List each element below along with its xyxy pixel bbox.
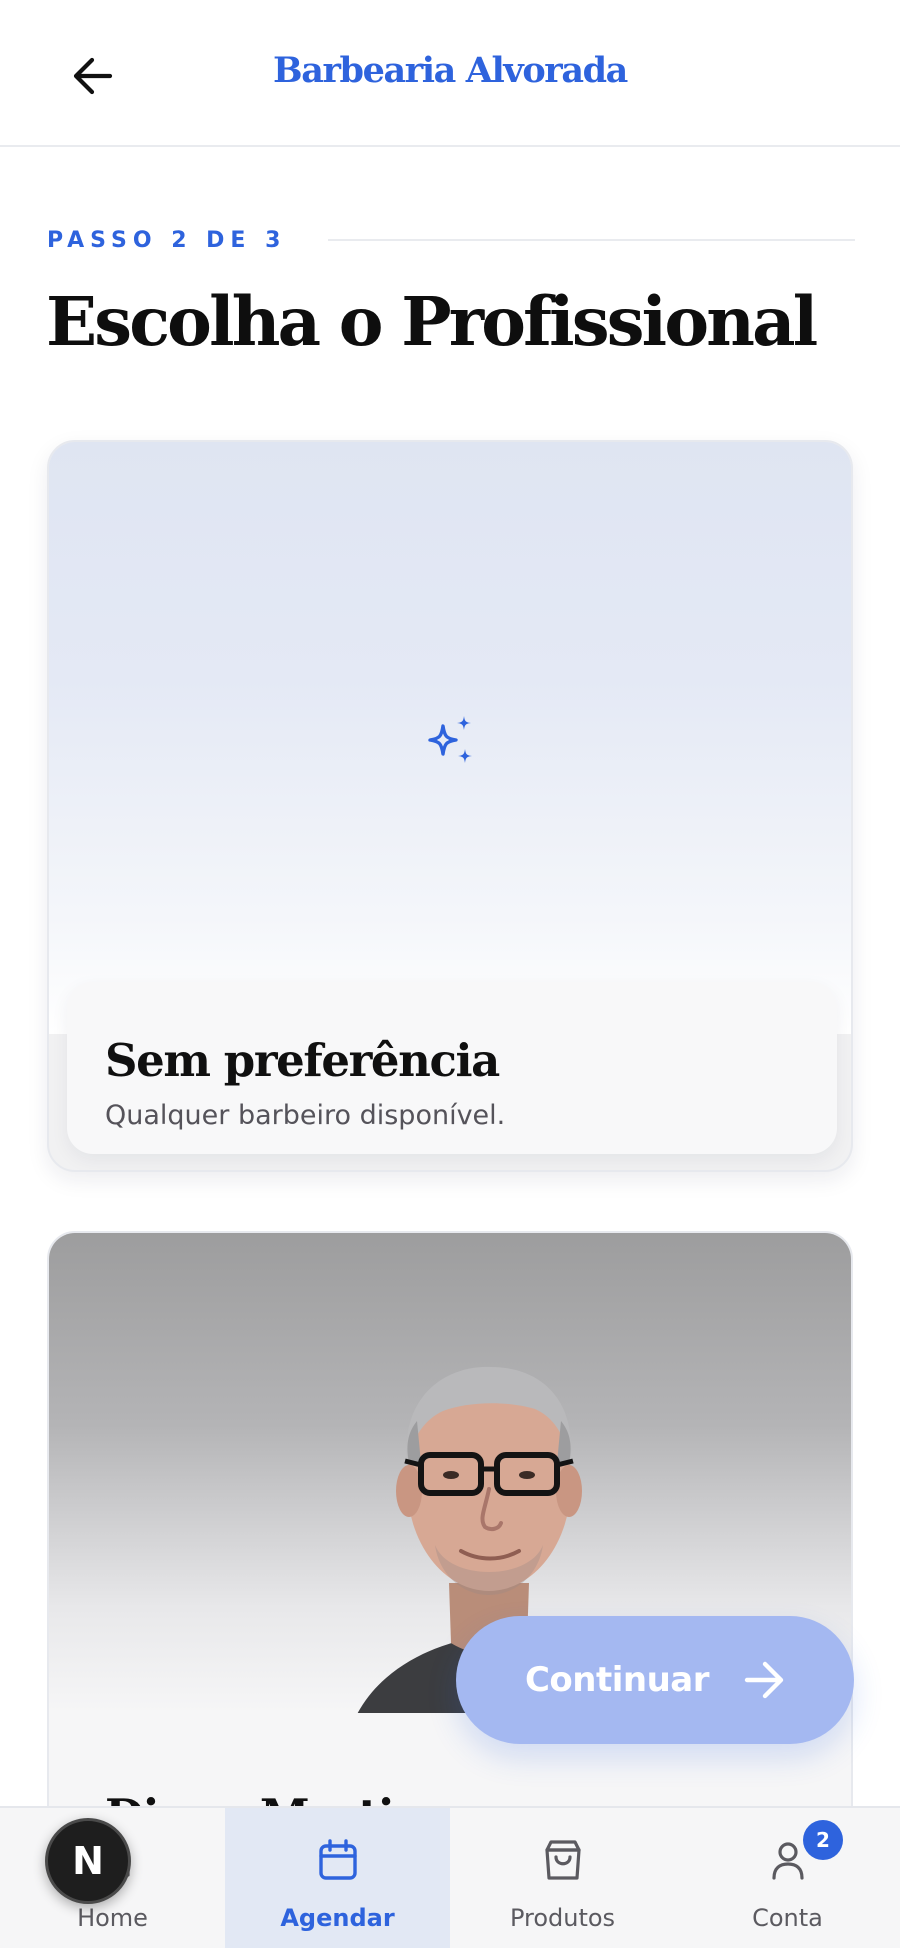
card-hero <box>49 442 851 1034</box>
bottom-navigation: Home Agendar Produtos 2 Conta <box>0 1806 900 1948</box>
nav-item-conta[interactable]: 2 Conta <box>675 1808 900 1948</box>
professional-description: Qualquer barbeiro disponível. <box>105 1100 506 1131</box>
card-info: Sem preferência Qualquer barbeiro dispon… <box>67 982 837 1154</box>
nav-item-agendar[interactable]: Agendar <box>225 1808 450 1948</box>
app-header: Barbearia Alvorada <box>0 0 900 147</box>
arrow-right-icon <box>744 1661 784 1699</box>
nav-label: Conta <box>752 1904 823 1932</box>
nav-label: Agendar <box>280 1904 395 1932</box>
dev-indicator-letter: N <box>72 1839 104 1883</box>
calendar-icon <box>314 1836 362 1884</box>
step-label: PASSO 2 DE 3 <box>47 227 287 253</box>
continue-button[interactable]: Continuar <box>456 1616 854 1744</box>
sparkles-icon <box>428 716 472 763</box>
professional-name: Sem preferência <box>105 1034 500 1087</box>
continue-label: Continuar <box>524 1660 710 1700</box>
nav-label: Home <box>77 1904 148 1932</box>
professional-card-no-preference[interactable]: Sem preferência Qualquer barbeiro dispon… <box>47 440 853 1172</box>
step-indicator: PASSO 2 DE 3 <box>47 224 855 256</box>
nav-label: Produtos <box>509 1904 616 1932</box>
dev-tools-indicator[interactable]: N <box>45 1818 131 1904</box>
brand-title: Barbearia Alvorada <box>273 50 628 91</box>
page-title: Escolha o Profissional <box>46 282 818 361</box>
notification-badge: 2 <box>803 1820 843 1860</box>
shopping-bag-icon <box>539 1836 587 1884</box>
step-divider <box>328 239 855 241</box>
nav-item-produtos[interactable]: Produtos <box>450 1808 675 1948</box>
